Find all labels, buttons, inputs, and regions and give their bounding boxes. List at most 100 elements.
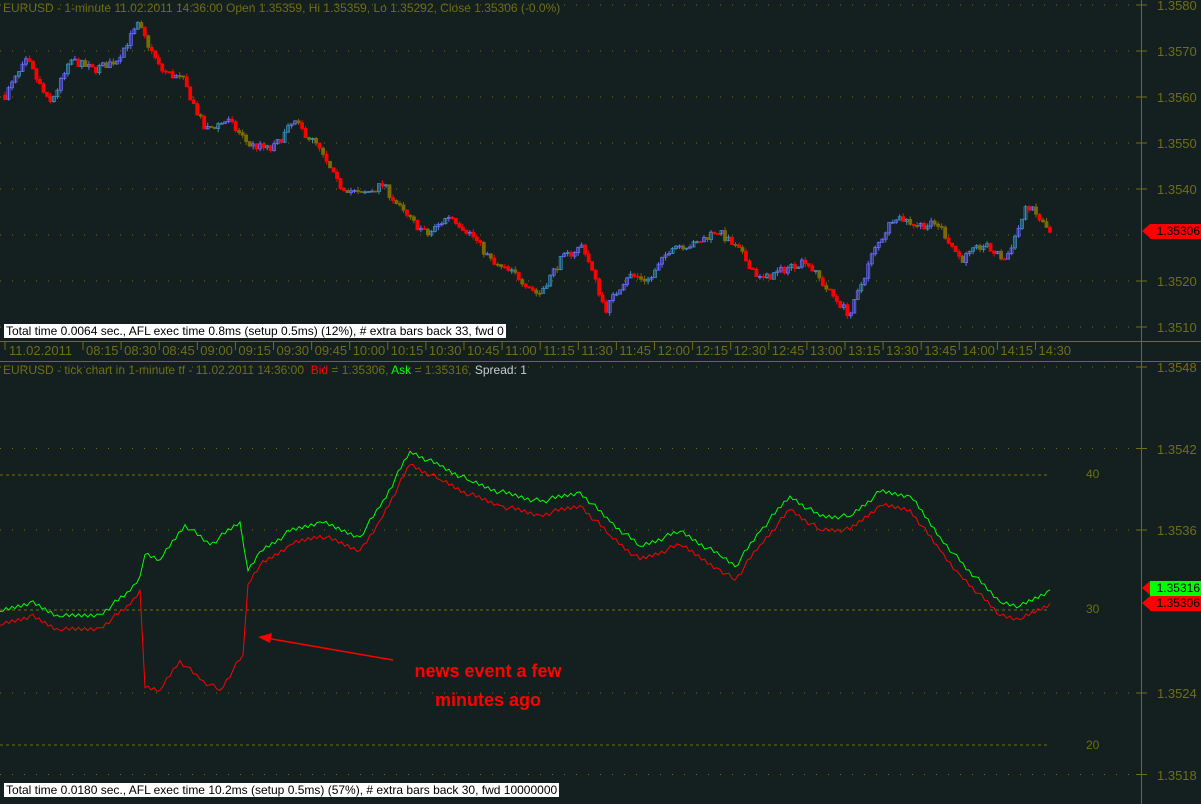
candle-down	[499, 264, 504, 268]
candle-down	[992, 250, 996, 254]
candle-down	[474, 236, 479, 241]
candle-down	[398, 203, 402, 206]
candle-down	[34, 68, 39, 80]
candle-down	[943, 226, 948, 239]
candle-down	[41, 83, 46, 93]
candle-down	[834, 295, 839, 302]
candle-down	[342, 187, 346, 191]
candle-down	[810, 265, 815, 272]
candle-down	[635, 275, 640, 278]
candle-down	[527, 286, 532, 289]
candle-down	[946, 237, 951, 244]
candle-down	[254, 143, 259, 150]
candle-down	[1048, 227, 1052, 233]
candle-down	[209, 125, 214, 128]
candle-down	[230, 118, 235, 122]
candle-down	[261, 143, 266, 149]
candle-down	[705, 237, 710, 240]
candle-down	[520, 279, 525, 285]
time-label: 13:30	[886, 343, 919, 358]
bid-value: = 1.35306,	[328, 363, 392, 377]
candle-down	[212, 126, 217, 129]
candle-down	[170, 71, 175, 79]
time-axis-date: 11.02.2011	[9, 343, 73, 358]
candle-down	[593, 269, 598, 280]
candle-down	[1027, 206, 1031, 211]
candle-down	[1034, 206, 1038, 215]
time-label: 14:30	[1038, 343, 1072, 358]
candle-down	[478, 240, 483, 243]
time-label: 13:45	[924, 343, 957, 358]
time-label: 09:15	[238, 343, 271, 358]
candle-down	[845, 304, 850, 317]
candle-down	[492, 257, 497, 265]
pane-divider[interactable]	[0, 361, 1201, 362]
candle-down	[488, 253, 493, 259]
candle-down	[181, 75, 186, 78]
candle-down	[761, 276, 766, 278]
candle-down	[380, 183, 385, 187]
candle-down	[481, 242, 486, 255]
candle-down	[163, 70, 168, 73]
time-label: 10:15	[390, 343, 424, 358]
candle-down	[317, 142, 322, 149]
bottom-status-bar: Total time 0.0180 sec., AFL exec time 10…	[4, 783, 560, 797]
candle-up	[219, 122, 224, 125]
candle-down	[233, 121, 238, 131]
candle-down	[356, 190, 360, 192]
news-annotation: news event a few minutes ago	[378, 657, 598, 715]
price-label: 1.3536	[1157, 523, 1197, 538]
time-label: 10:30	[428, 343, 462, 358]
candle-down	[639, 276, 643, 280]
candle-down	[464, 229, 469, 234]
annotation-line-1: news event a few	[414, 661, 562, 681]
candle-down	[307, 137, 311, 140]
time-label: 11:15	[543, 343, 575, 358]
candle-down	[754, 268, 759, 277]
candle-down	[988, 243, 993, 252]
candle-down	[460, 226, 465, 231]
candle-down	[76, 58, 81, 68]
candle-down	[167, 71, 172, 74]
candle-down	[723, 230, 727, 242]
candle-down	[915, 225, 920, 227]
candle-down	[300, 122, 304, 129]
time-label: 14:00	[962, 343, 995, 358]
candle-down	[160, 63, 165, 72]
top-chart-title: EURUSD - 1-minute 11.02.2011 14:36:00 Op…	[3, 1, 561, 15]
annotation-line-2: minutes ago	[434, 690, 541, 710]
candle-down	[303, 128, 308, 138]
candle-down	[191, 99, 196, 104]
candle-down	[328, 161, 332, 169]
spread-scale-20: 20	[1086, 738, 1100, 752]
candle-down	[744, 250, 748, 262]
candle-down	[824, 285, 829, 290]
candle-down	[911, 223, 916, 226]
candle-down	[586, 253, 591, 263]
candle-down	[457, 223, 462, 228]
candle-down	[806, 263, 811, 267]
candle-down	[338, 178, 343, 189]
price-label: 1.3524	[1157, 686, 1197, 701]
candle-down	[83, 60, 88, 67]
candle-down	[523, 283, 528, 288]
ask-label: Ask	[391, 363, 412, 377]
candle-down	[939, 225, 944, 228]
candle-down	[146, 35, 151, 48]
candle-down	[153, 50, 158, 59]
candle-down	[960, 255, 965, 263]
candle-down	[908, 219, 913, 225]
time-label: 08:15	[86, 343, 119, 358]
tick-chart-title: EURUSD - tick chart in 1-minute tf - 11.…	[3, 363, 305, 377]
last-price-tag: 1.35306	[1142, 224, 1201, 239]
candle-down	[712, 231, 717, 234]
candle-down	[27, 58, 32, 62]
spread-value: Spread: 1	[474, 363, 527, 377]
candle-down	[590, 261, 595, 271]
candle-down	[569, 252, 574, 257]
candle-down	[401, 204, 406, 211]
spread-scale-40: 40	[1086, 467, 1100, 481]
time-label: 11:00	[505, 343, 537, 358]
candle-down	[555, 268, 560, 271]
time-label: 12:45	[771, 343, 805, 358]
